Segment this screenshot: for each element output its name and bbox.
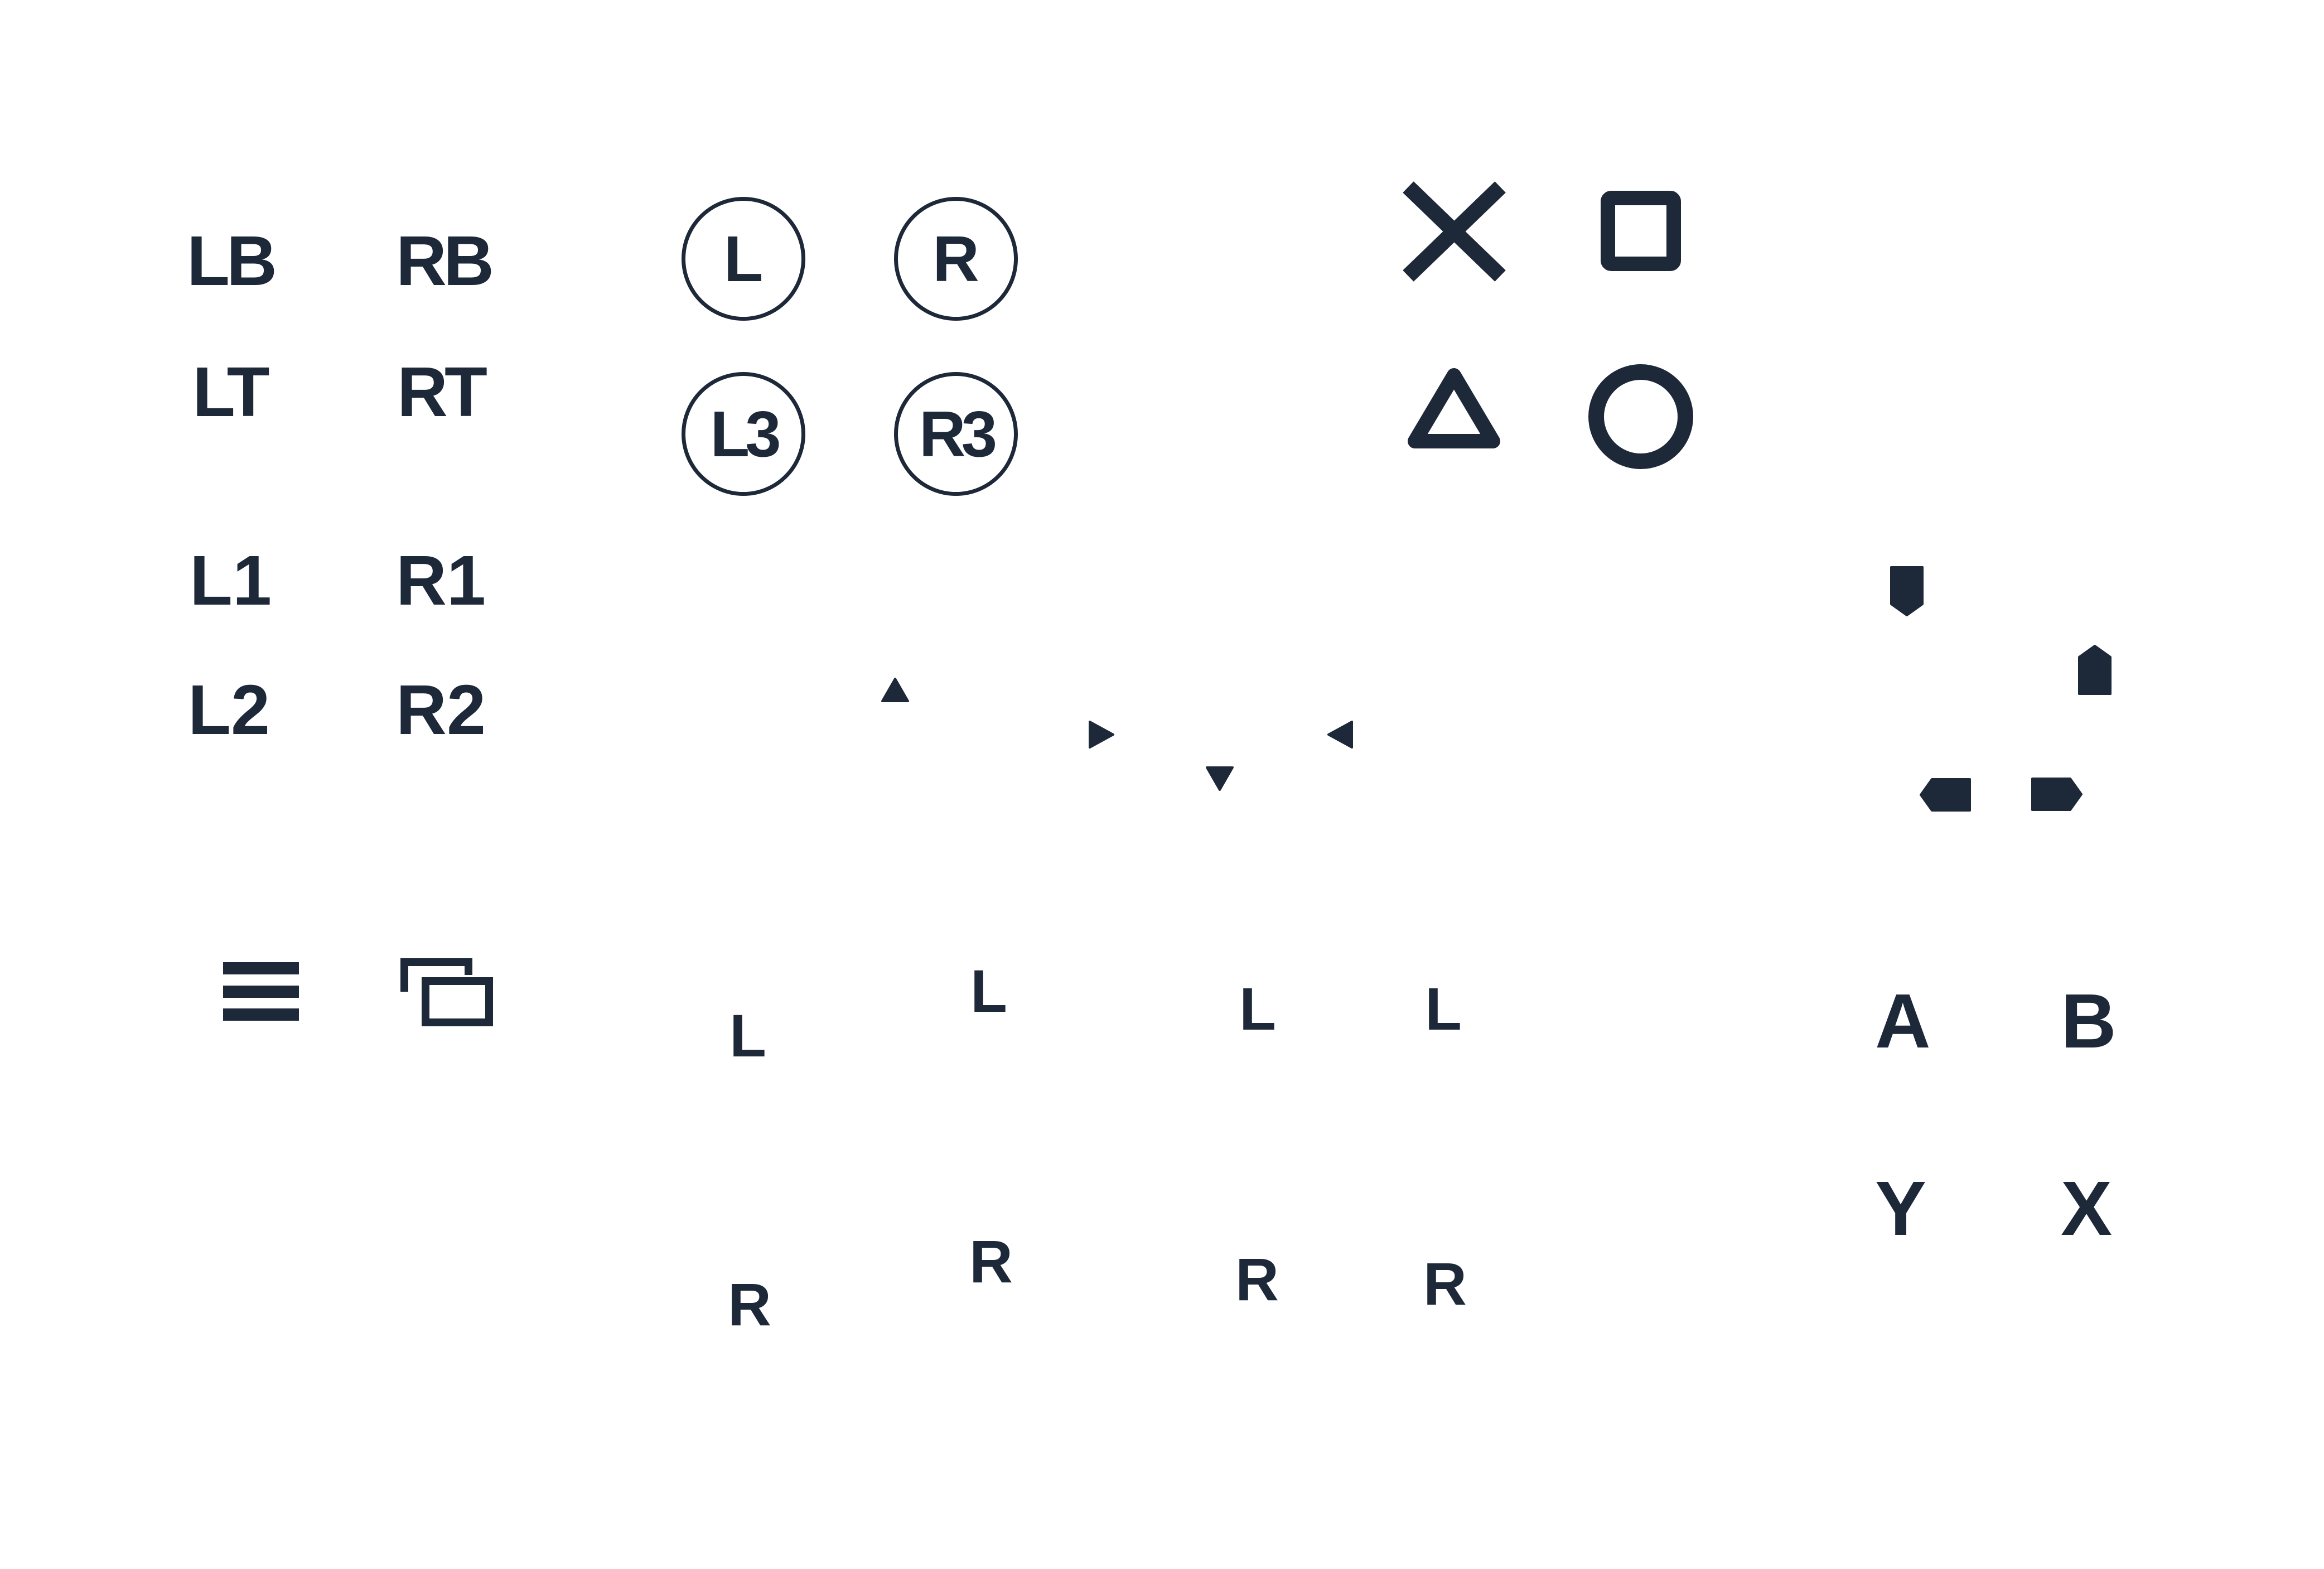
- right-stick-direction-label-4: R: [1423, 1250, 1467, 1317]
- l1-label: L1: [190, 541, 272, 620]
- arrow-down-icon: [1206, 766, 1234, 791]
- left-stick-press-button: L3: [682, 372, 805, 496]
- pointer-up-icon: [2078, 645, 2112, 695]
- right-stick-direction-label-1: R: [728, 1271, 771, 1338]
- rb-label: RB: [396, 221, 494, 300]
- left-stick-direction-label-4: L: [1425, 975, 1462, 1042]
- x-button-label: X: [2061, 1166, 2113, 1252]
- r2-label: R2: [396, 670, 486, 749]
- right-stick-press-button: R3: [894, 372, 1018, 496]
- arrow-right-icon: [1089, 721, 1114, 749]
- right-stick-direction-label-2: R: [969, 1228, 1013, 1295]
- controller-glyph-sheet: LB RB LT RT L1 R1 L2 R2 L R L3 R3 L L L …: [0, 0, 2324, 1569]
- left-stick-label: L: [723, 223, 764, 295]
- circle-icon: [1588, 364, 1693, 469]
- triangle-icon: [1408, 368, 1500, 448]
- pointer-down-icon: [1890, 566, 1924, 616]
- right-stick-button: R: [894, 197, 1018, 321]
- r1-label: R1: [396, 541, 486, 620]
- pointer-right-icon: [2031, 778, 2083, 811]
- arrow-left-icon: [1327, 721, 1353, 749]
- l3-label: L3: [710, 398, 781, 470]
- b-button-label: B: [2061, 978, 2117, 1064]
- right-stick-label: R: [933, 223, 979, 295]
- arrow-up-icon: [881, 678, 909, 702]
- left-stick-button: L: [682, 197, 805, 321]
- y-button-label: Y: [1875, 1166, 1927, 1252]
- rt-label: RT: [397, 353, 487, 431]
- lt-label: LT: [192, 353, 270, 431]
- lb-label: LB: [187, 221, 277, 300]
- square-icon: [1601, 191, 1681, 271]
- left-stick-direction-label-1: L: [729, 1002, 766, 1069]
- a-button-label: A: [1875, 978, 1931, 1064]
- left-stick-direction-label-2: L: [970, 957, 1007, 1025]
- pointer-left-icon: [1920, 778, 1971, 812]
- l2-label: L2: [188, 670, 270, 749]
- cross-icon: [1403, 181, 1506, 282]
- left-stick-direction-label-3: L: [1239, 975, 1276, 1042]
- right-stick-direction-label-3: R: [1235, 1245, 1279, 1313]
- r3-label: R3: [919, 398, 997, 470]
- view-icon: [400, 958, 493, 1026]
- menu-icon: [223, 962, 299, 1021]
